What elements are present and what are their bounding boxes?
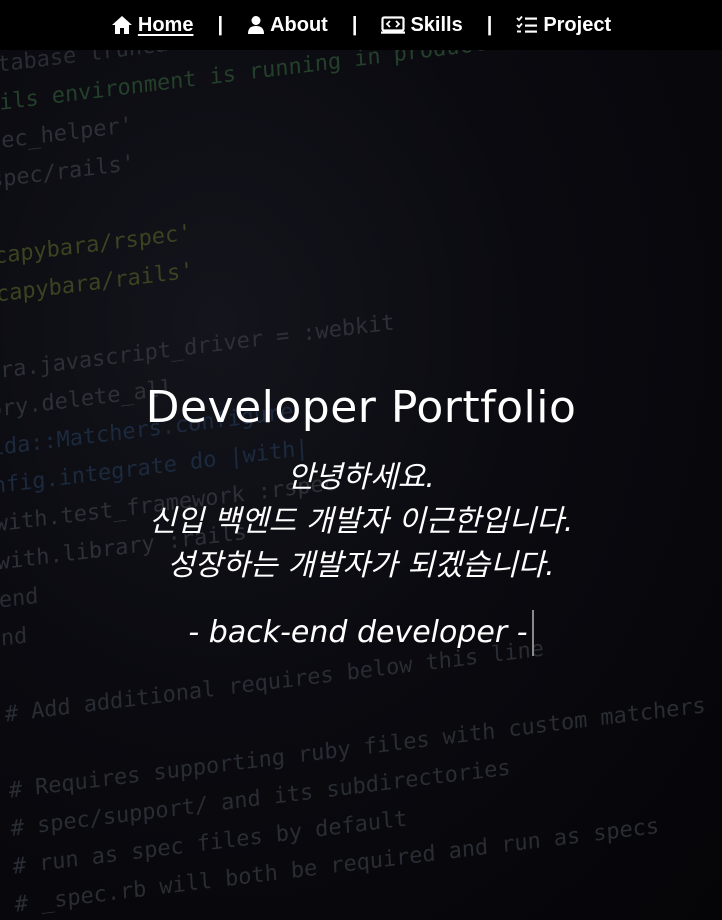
portfolio-page: database truncation of the environmentRa… [0, 0, 722, 920]
greeting-line: 성장하는 개발자가 되겠습니다. [167, 548, 555, 583]
greeting-text: 안녕하세요. 신입 백엔드 개발자 이근한입니다. 성장하는 개발자가 되겠습니… [0, 456, 722, 588]
nav-about-label: About [270, 13, 328, 36]
code-icon [381, 16, 406, 34]
checklist-icon [516, 15, 538, 35]
top-navbar: Home | About | Skills | Project [0, 0, 722, 50]
page-title: Developer Portfolio [145, 382, 577, 433]
nav-about[interactable]: About [247, 14, 328, 37]
role-text: - back-end developer - [188, 615, 528, 650]
nav-home[interactable]: Home [111, 13, 194, 37]
user-icon [247, 15, 265, 35]
nav-home-label: Home [137, 13, 194, 36]
nav-skills-label: Skills [410, 13, 463, 36]
role-line: - back-end developer - [188, 610, 534, 656]
greeting-line: 안녕하세요. [287, 460, 435, 495]
nav-skills[interactable]: Skills [381, 13, 463, 37]
hero-section: Developer Portfolio 안녕하세요. 신입 백엔드 개발자 이근… [0, 378, 722, 656]
nav-separator: | [217, 13, 224, 36]
nav-separator: | [486, 13, 493, 36]
home-icon [111, 15, 133, 35]
nav-separator: | [351, 13, 358, 36]
greeting-line: 신입 백엔드 개발자 이근한입니다. [148, 504, 574, 539]
nav-project[interactable]: Project [516, 14, 611, 37]
nav-project-label: Project [543, 13, 612, 36]
typing-cursor [531, 610, 534, 656]
